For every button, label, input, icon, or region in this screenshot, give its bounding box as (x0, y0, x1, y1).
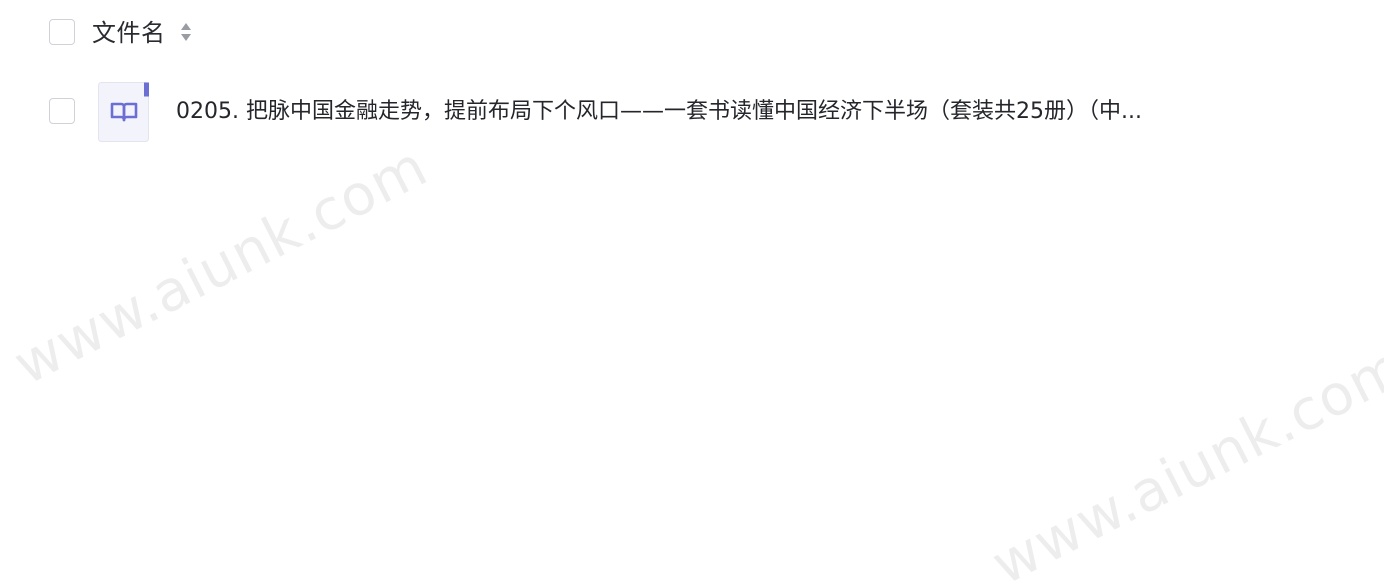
book-file-icon (98, 82, 149, 142)
watermark-text: www.aiunk.com (4, 133, 438, 398)
file-row[interactable]: 0205. 把脉中国金融走势，提前布局下个风口——一套书读懂中国经济下半场（套装… (0, 72, 1384, 152)
select-all-checkbox[interactable] (49, 19, 75, 45)
watermark-text: www.aiunk.com (982, 333, 1384, 588)
sort-updown-icon[interactable] (180, 21, 192, 43)
column-header-filename[interactable]: 文件名 (92, 15, 166, 51)
row-checkbox[interactable] (49, 98, 75, 124)
file-name-link[interactable]: 0205. 把脉中国金融走势，提前布局下个风口——一套书读懂中国经济下半场（套装… (176, 94, 1236, 130)
file-list-page: 文件名 0205. 把脉中国金融走势，提前布局下个风口——一套书读懂中国经济下半… (0, 0, 1384, 588)
